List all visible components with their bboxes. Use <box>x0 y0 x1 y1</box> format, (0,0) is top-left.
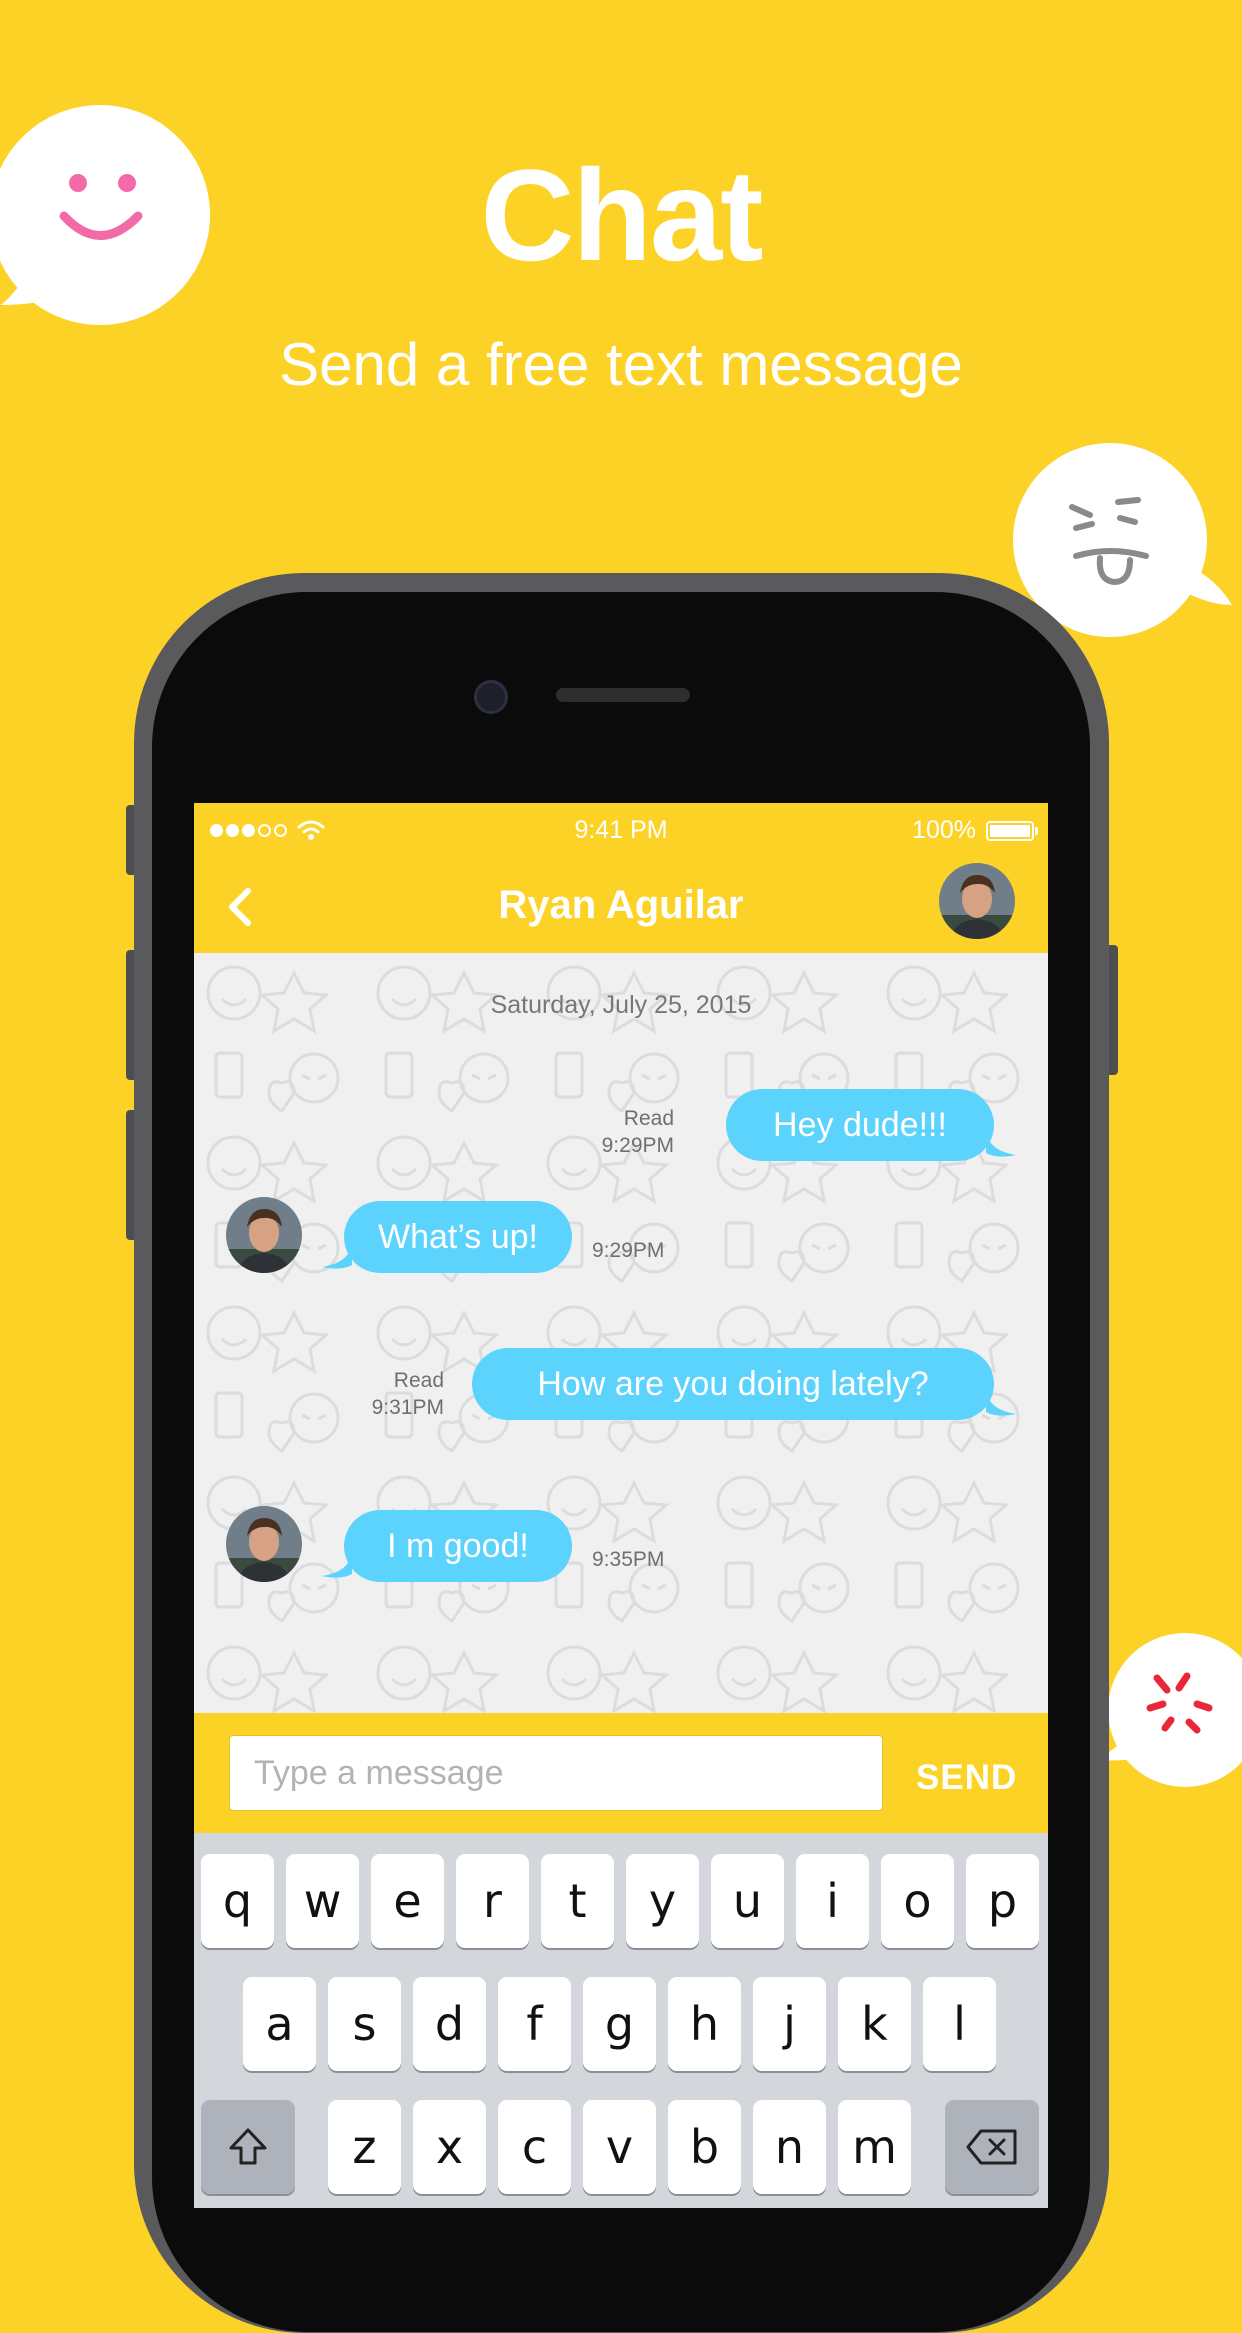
sender-avatar[interactable] <box>226 1506 302 1582</box>
send-button[interactable]: SEND <box>916 1758 1017 1798</box>
contact-name[interactable]: Ryan Aguilar <box>194 883 1048 928</box>
bubble-tail <box>322 1554 352 1578</box>
key-e[interactable]: e <box>371 1854 444 1948</box>
message-text: How are you doing lately? <box>537 1364 929 1403</box>
sender-avatar[interactable] <box>226 1197 302 1273</box>
message-time: 9:31PM <box>371 1396 444 1419</box>
key-u[interactable]: u <box>711 1854 784 1948</box>
key-z[interactable]: z <box>328 2100 401 2194</box>
key-j[interactable]: j <box>753 1977 826 2071</box>
bubble-tail <box>322 1245 352 1269</box>
message-input[interactable] <box>229 1735 883 1811</box>
key-y[interactable]: y <box>626 1854 699 1948</box>
message-time: 9:29PM <box>592 1239 665 1262</box>
chat-header: 9:41 PM 100% Ryan Aguilar <box>194 803 1048 953</box>
key-d[interactable]: d <box>413 1977 486 2071</box>
read-status: Read <box>623 1107 674 1130</box>
message-bubble-incoming[interactable]: I m good! <box>322 1510 572 1582</box>
message-text: I m good! <box>387 1526 529 1565</box>
key-c[interactable]: c <box>498 2100 571 2194</box>
hero-subtitle: Send a free text message <box>279 331 963 398</box>
keyboard: q w e r t y u i o p a s d f g h j k l z … <box>194 1833 1048 2208</box>
key-n[interactable]: n <box>753 2100 826 2194</box>
message-time: 9:29PM <box>601 1134 674 1157</box>
key-t[interactable]: t <box>541 1854 614 1948</box>
backspace-icon <box>966 2129 1017 2165</box>
message-list[interactable]: Saturday, July 25, 2015 Read 9:29PM Hey … <box>194 953 1048 1713</box>
key-h[interactable]: h <box>668 1977 741 2071</box>
message-bubble-outgoing[interactable]: How are you doing lately? <box>472 1348 1016 1420</box>
key-f[interactable]: f <box>498 1977 571 2071</box>
front-camera <box>474 680 508 714</box>
bubble-tail <box>986 1133 1016 1157</box>
backspace-key[interactable] <box>945 2100 1039 2194</box>
key-q[interactable]: q <box>201 1854 274 1948</box>
bubble-tail <box>986 1392 1016 1416</box>
key-x[interactable]: x <box>413 2100 486 2194</box>
chat-background-pattern <box>194 953 1048 1713</box>
key-r[interactable]: r <box>456 1854 529 1948</box>
smiley-bubble-icon <box>0 105 210 325</box>
key-l[interactable]: l <box>923 1977 996 2071</box>
message-meta: Read 9:29PM <box>574 1105 674 1159</box>
battery-status: 100% <box>912 816 1038 845</box>
key-b[interactable]: b <box>668 2100 741 2194</box>
message-meta: Read 9:31PM <box>344 1367 444 1421</box>
shift-key[interactable] <box>201 2100 295 2194</box>
message-text: Hey dude!!! <box>773 1105 947 1144</box>
angry-bubble-icon <box>1105 1633 1242 1787</box>
key-k[interactable]: k <box>838 1977 911 2071</box>
message-bubble-incoming[interactable]: What’s up! <box>322 1201 572 1273</box>
shift-arrow-icon <box>229 2128 267 2165</box>
key-w[interactable]: w <box>286 1854 359 1948</box>
composer-bar: SEND <box>194 1713 1048 1833</box>
message-bubble-outgoing[interactable]: Hey dude!!! <box>726 1089 1016 1161</box>
key-s[interactable]: s <box>328 1977 401 2071</box>
message-text: What’s up! <box>377 1217 538 1256</box>
battery-icon <box>986 820 1038 841</box>
contact-avatar[interactable] <box>939 863 1015 939</box>
date-separator: Saturday, July 25, 2015 <box>490 991 752 1019</box>
key-v[interactable]: v <box>583 2100 656 2194</box>
earpiece-speaker <box>556 688 690 702</box>
battery-percent: 100% <box>912 816 976 844</box>
key-o[interactable]: o <box>881 1854 954 1948</box>
read-status: Read <box>393 1369 444 1392</box>
key-p[interactable]: p <box>966 1854 1039 1948</box>
key-g[interactable]: g <box>583 1977 656 2071</box>
message-time: 9:35PM <box>592 1548 665 1571</box>
phone-screen: 9:41 PM 100% Ryan Aguilar Saturday, July… <box>194 803 1048 2208</box>
key-a[interactable]: a <box>243 1977 316 2071</box>
key-i[interactable]: i <box>796 1854 869 1948</box>
key-m[interactable]: m <box>838 2100 911 2194</box>
